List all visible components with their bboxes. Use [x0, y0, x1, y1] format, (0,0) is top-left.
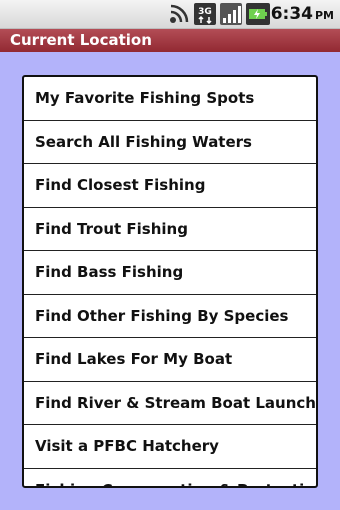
menu-item-search-waters[interactable]: Search All Fishing Waters — [24, 121, 316, 164]
clock: 6:34 PM — [271, 4, 334, 24]
3g-icon: 3G — [194, 3, 216, 25]
menu-item-closest-fishing[interactable]: Find Closest Fishing — [24, 164, 316, 208]
menu-item-hatchery[interactable]: Visit a PFBC Hatchery — [24, 425, 316, 469]
svg-text:3G: 3G — [198, 7, 212, 17]
menu-item-trout-fishing[interactable]: Find Trout Fishing — [24, 208, 316, 251]
cell-signal-icon — [220, 3, 242, 25]
clock-ampm: PM — [314, 9, 334, 22]
clock-time: 6:34 — [270, 4, 313, 24]
menu-item-bass-fishing[interactable]: Find Bass Fishing — [24, 251, 316, 295]
status-bar: 3G 6:34 PM — [0, 0, 340, 29]
signal-wifi-icon — [170, 4, 189, 23]
menu-list[interactable]: My Favorite Fishing Spots Search All Fis… — [22, 75, 318, 488]
menu-item-conservation[interactable]: Fishing Conservation & Protection — [24, 469, 316, 486]
menu-item-boat-launches[interactable]: Find River & Stream Boat Launches — [24, 382, 316, 425]
menu-item-favorite-spots[interactable]: My Favorite Fishing Spots — [24, 77, 316, 121]
menu-item-lakes-boat[interactable]: Find Lakes For My Boat — [24, 338, 316, 382]
page-title: Current Location — [0, 29, 340, 52]
menu-item-other-species[interactable]: Find Other Fishing By Species — [24, 295, 316, 338]
battery-charging-icon — [246, 3, 270, 25]
